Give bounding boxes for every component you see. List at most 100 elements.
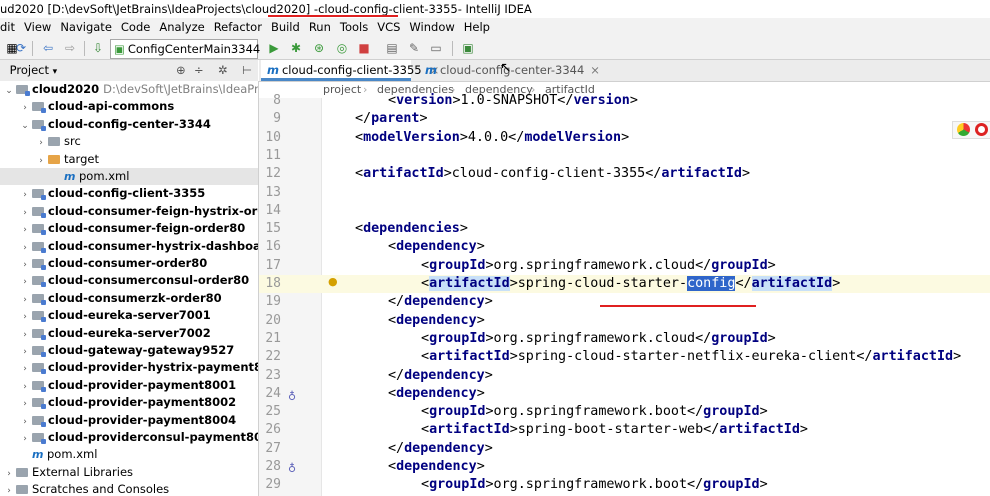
settings-icon[interactable]: ✎ bbox=[406, 40, 422, 56]
tree-item[interactable]: › cloud-provider-payment8004 bbox=[0, 412, 258, 429]
menu-item-window[interactable]: Window bbox=[409, 18, 454, 37]
tree-item[interactable]: › cloud-consumer-order80 bbox=[0, 255, 258, 272]
tree-item[interactable]: › cloud-gateway-gateway9527 bbox=[0, 342, 258, 359]
code-line[interactable]: <version>1.0-SNAPSHOT</version> bbox=[388, 92, 638, 110]
line-number: 21 bbox=[265, 330, 281, 346]
tree-item[interactable]: › cloud-consumerzk-order80 bbox=[0, 290, 258, 307]
menu-item-code[interactable]: Code bbox=[121, 18, 150, 37]
code-line[interactable]: <dependency> bbox=[388, 238, 485, 256]
profile-icon[interactable]: ◎ bbox=[334, 40, 350, 56]
code-line[interactable]: <modelVersion>4.0.0</modelVersion> bbox=[355, 129, 629, 147]
opera-icon[interactable] bbox=[975, 123, 988, 136]
code-line[interactable]: </dependency> bbox=[388, 367, 493, 385]
folder-module-icon bbox=[32, 346, 46, 357]
menu-item-dit[interactable]: dit bbox=[0, 18, 15, 37]
code-line[interactable]: <dependency> bbox=[388, 312, 485, 330]
tab-cloud-config-center-3344[interactable]: m cloud-config-center-3344 × bbox=[419, 60, 600, 81]
menu-item-tools[interactable]: Tools bbox=[340, 18, 368, 37]
tree-item[interactable]: m pom.xml bbox=[0, 446, 258, 463]
implementation-marker-icon[interactable]: ♁ bbox=[288, 390, 296, 403]
tree-item[interactable]: › cloud-api-commons bbox=[0, 98, 258, 115]
library-icon bbox=[16, 467, 28, 477]
menu-item-analyze[interactable]: Analyze bbox=[159, 18, 204, 37]
debug-icon[interactable]: ✱ bbox=[288, 40, 304, 56]
chevron-right-icon[interactable]: › bbox=[4, 483, 14, 496]
code-line[interactable]: <dependency> bbox=[388, 385, 485, 403]
code-line[interactable]: <artifactId>spring-cloud-starter-config<… bbox=[421, 275, 840, 293]
code-line[interactable]: </dependency> bbox=[388, 440, 493, 458]
code-line[interactable]: </dependency> bbox=[388, 293, 493, 311]
locate-icon[interactable]: ⊕ bbox=[176, 60, 186, 81]
line-number: 17 bbox=[265, 257, 281, 273]
tree-item[interactable]: › cloud-eureka-server7002 bbox=[0, 325, 258, 342]
tree-item[interactable]: ⌄ cloud-config-center-3344 bbox=[0, 116, 258, 133]
line-number: 24 bbox=[265, 385, 281, 401]
sdk-icon[interactable]: ▭ bbox=[428, 40, 444, 56]
chevron-down-icon[interactable]: ▾ bbox=[53, 67, 58, 77]
tree-item[interactable]: › External Libraries bbox=[0, 464, 258, 481]
tree-item[interactable]: › src bbox=[0, 133, 258, 150]
tree-item[interactable]: m pom.xml bbox=[0, 168, 258, 186]
line-number: 8 bbox=[273, 93, 281, 108]
breadcrumb-item[interactable]: project bbox=[323, 82, 361, 98]
code-line[interactable]: <dependency> bbox=[388, 458, 485, 476]
coverage-icon[interactable]: ⊛ bbox=[311, 40, 327, 56]
menu-item-run[interactable]: Run bbox=[309, 18, 331, 37]
code-line[interactable]: <groupId>org.springframework.cloud</grou… bbox=[421, 330, 776, 348]
build-icon[interactable]: ⇩ bbox=[90, 40, 106, 56]
tree-item-label: cloud-consumer-feign-hystrix-order80 bbox=[48, 203, 258, 218]
structure-icon[interactable]: ▣ bbox=[460, 40, 476, 56]
tab-cloud-config-client-3355[interactable]: m cloud-config-client-3355 × bbox=[261, 60, 439, 81]
project-panel-title[interactable]: Project bbox=[10, 63, 49, 77]
menu-item-vcs[interactable]: VCS bbox=[377, 18, 400, 37]
title-suffix: - IntelliJ IDEA bbox=[457, 2, 532, 16]
tree-item[interactable]: › cloud-consumerconsul-order80 bbox=[0, 272, 258, 289]
back-icon[interactable]: ⇦ bbox=[40, 40, 56, 56]
tree-item[interactable]: ›cloud-provider-hystrix-payment8001 bbox=[0, 359, 258, 376]
menu-item-build[interactable]: Build bbox=[271, 18, 300, 37]
forward-icon[interactable]: ⇨ bbox=[62, 40, 78, 56]
tree-item[interactable]: › cloud-config-client-3355 bbox=[0, 185, 258, 202]
collapse-icon[interactable]: ÷ bbox=[194, 60, 204, 81]
project-structure-icon[interactable]: ▤ bbox=[384, 40, 400, 56]
code-line[interactable]: <artifactId>cloud-config-client-3355</ar… bbox=[355, 165, 750, 183]
tree-item-label: cloud-providerconsul-payment8006 bbox=[48, 430, 259, 444]
menu-item-help[interactable]: Help bbox=[464, 18, 490, 37]
chrome-icon[interactable] bbox=[957, 123, 970, 136]
tree-item-label: cloud-provider-payment8004 bbox=[48, 412, 237, 427]
menu-item-view[interactable]: View bbox=[24, 18, 51, 37]
tree-item-label: cloud-consumer-hystrix-dashboard9001 bbox=[48, 238, 258, 253]
maven-icon: m bbox=[32, 448, 44, 462]
line-number: 13 bbox=[265, 184, 281, 200]
code-line[interactable]: </parent> bbox=[355, 110, 428, 128]
tree-item[interactable]: ›cloud-consumer-feign-hystrix-order80 bbox=[0, 203, 258, 220]
code-line[interactable]: <dependencies> bbox=[355, 220, 468, 238]
gear-icon[interactable]: ✲ bbox=[218, 60, 228, 81]
tree-item[interactable]: ⌄cloud2020D:\devSoft\JetBrains\IdeaProje… bbox=[0, 81, 258, 98]
tree-item[interactable]: › cloud-providerconsul-payment8006 bbox=[0, 429, 258, 446]
lightbulb-icon[interactable]: ● bbox=[328, 276, 338, 288]
menu-item-refactor[interactable]: Refactor bbox=[214, 18, 262, 37]
close-icon[interactable]: × bbox=[590, 63, 600, 77]
tree-item[interactable]: › target bbox=[0, 151, 258, 168]
tree-item[interactable]: › cloud-provider-payment8002 bbox=[0, 394, 258, 411]
stop-icon[interactable]: ■ bbox=[356, 40, 372, 56]
code-line[interactable]: <groupId>org.springframework.boot</group… bbox=[421, 476, 768, 494]
tree-item[interactable]: › cloud-consumer-feign-order80 bbox=[0, 220, 258, 237]
tree-item[interactable]: ›cloud-consumer-hystrix-dashboard9001 bbox=[0, 238, 258, 255]
run-icon[interactable]: ▶ bbox=[266, 40, 282, 56]
tree-item[interactable]: › cloud-provider-payment8001 bbox=[0, 377, 258, 394]
tree-item[interactable]: › cloud-eureka-server7001 bbox=[0, 307, 258, 324]
code-line[interactable]: <groupId>org.springframework.cloud</grou… bbox=[421, 257, 776, 275]
folder-module-icon bbox=[32, 241, 46, 253]
implementation-marker-icon[interactable]: ♁ bbox=[288, 462, 296, 475]
menu-item-navigate[interactable]: Navigate bbox=[60, 18, 112, 37]
tree-item[interactable]: › Scratches and Consoles bbox=[0, 481, 258, 496]
run-config-select[interactable]: ▣ConfigCenterMain3344▼ bbox=[110, 39, 260, 72]
code-line[interactable]: <artifactId>spring-cloud-starter-netflix… bbox=[421, 348, 961, 366]
sync-icon[interactable]: ⟳ bbox=[13, 40, 29, 56]
code-line[interactable]: <groupId>org.springframework.boot</group… bbox=[421, 403, 768, 421]
hide-icon[interactable]: ⊢ bbox=[242, 60, 252, 81]
folder-module-icon bbox=[32, 363, 46, 375]
code-line[interactable]: <artifactId>spring-boot-starter-web</art… bbox=[421, 421, 808, 439]
